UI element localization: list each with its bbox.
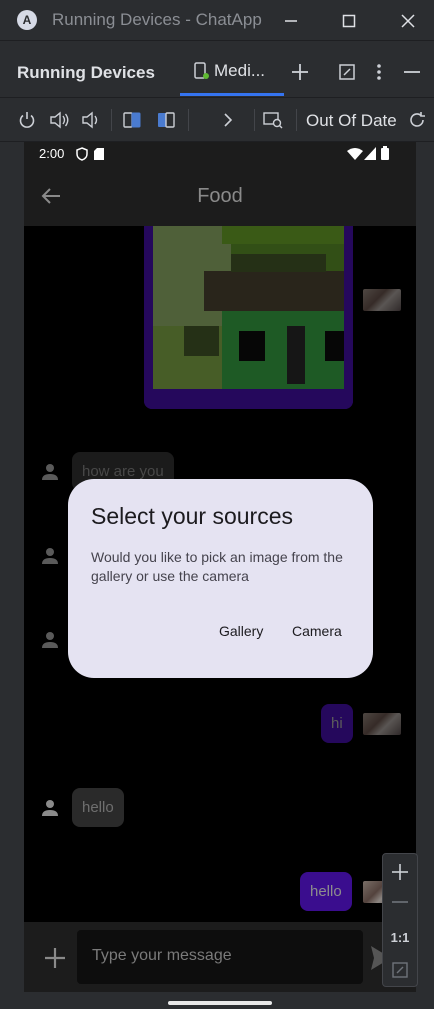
- android-status-bar: 2:00: [24, 142, 416, 166]
- tool-window-title: Running Devices: [17, 63, 155, 82]
- incoming-message: hello: [72, 788, 124, 827]
- zoom-in-icon[interactable]: [391, 863, 409, 881]
- power-icon[interactable]: [17, 110, 37, 130]
- tool-window-header: Running Devices Medi...: [0, 41, 434, 98]
- device-status-label: Out Of Date: [306, 111, 397, 130]
- active-tab-indicator: [180, 93, 284, 96]
- signal-icon: [364, 147, 376, 160]
- volume-down-icon[interactable]: [80, 110, 100, 130]
- status-time: 2:00: [39, 146, 65, 161]
- toolbar-separator: [111, 109, 112, 131]
- app-icon-letter: A: [22, 13, 32, 27]
- dialog-title: Select your sources: [91, 503, 293, 529]
- window-titlebar: A Running Devices - ChatApp: [0, 0, 434, 41]
- shield-icon: [76, 147, 88, 161]
- maximize-icon: [342, 14, 356, 28]
- refresh-icon[interactable]: [407, 110, 427, 130]
- gallery-button[interactable]: Gallery: [219, 623, 263, 639]
- rotate-right-icon[interactable]: [156, 110, 176, 130]
- close-icon: [401, 14, 415, 28]
- dialog-message: Would you like to pick an image from the…: [91, 549, 343, 584]
- close-button[interactable]: [395, 8, 421, 34]
- tab-label: Medi...: [214, 61, 266, 80]
- restore-layout-icon[interactable]: [338, 63, 356, 85]
- wifi-icon: [347, 148, 363, 160]
- input-placeholder: Type your message: [92, 947, 232, 964]
- minimize-button[interactable]: [278, 8, 304, 34]
- fit-screen-icon[interactable]: [392, 962, 408, 978]
- minimize-icon: [285, 20, 297, 22]
- more-options-icon[interactable]: [372, 63, 386, 85]
- gesture-nav-bar[interactable]: [168, 1001, 272, 1005]
- person-icon: [42, 800, 58, 816]
- message-input-bar: Type your message: [24, 922, 416, 992]
- chevron-right-icon[interactable]: [218, 110, 238, 130]
- device-icon: [194, 62, 209, 79]
- add-attachment-icon[interactable]: [44, 947, 66, 969]
- message-text: hello: [310, 883, 342, 900]
- actual-size-button[interactable]: 1:1: [383, 930, 417, 945]
- maximize-button[interactable]: [336, 8, 362, 34]
- sd-card-icon: [94, 148, 104, 160]
- app-bar: Food: [24, 166, 416, 226]
- tab-device[interactable]: Medi...: [192, 61, 265, 81]
- chat-title: Food: [197, 185, 243, 207]
- camera-button[interactable]: Camera: [292, 623, 342, 639]
- message-input[interactable]: Type your message: [77, 930, 363, 984]
- message-text: hello: [82, 799, 114, 816]
- volume-up-icon[interactable]: [49, 110, 69, 130]
- toolbar-separator: [296, 109, 297, 131]
- android-studio-icon: A: [17, 10, 37, 30]
- zoom-controls: 1:1: [382, 853, 418, 987]
- outgoing-message: hello: [300, 872, 352, 911]
- add-tab-icon[interactable]: [290, 62, 310, 86]
- rotate-left-icon[interactable]: [122, 110, 142, 130]
- toolbar-separator: [188, 109, 189, 131]
- zoom-out-icon[interactable]: [391, 899, 409, 905]
- hide-panel-icon[interactable]: [403, 63, 421, 85]
- toolbar-separator: [254, 109, 255, 131]
- battery-icon: [381, 146, 389, 160]
- select-source-dialog: Select your sources Would you like to pi…: [68, 479, 373, 678]
- window-title: Running Devices - ChatApp: [52, 10, 262, 29]
- screenshot-icon[interactable]: [263, 110, 283, 130]
